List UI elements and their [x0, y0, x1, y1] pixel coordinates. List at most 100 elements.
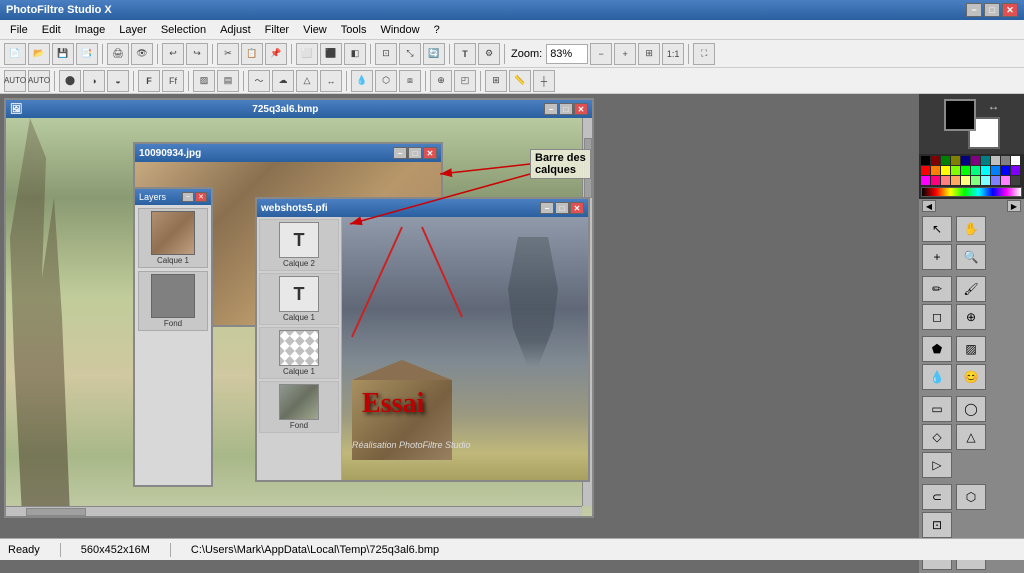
list-item[interactable]: T Calque 2 — [259, 219, 339, 271]
hardness-btn[interactable]: ◒ — [107, 70, 129, 92]
list-item[interactable]: Calque 1 — [138, 208, 208, 268]
palette-cell[interactable] — [951, 176, 960, 185]
close-button[interactable]: ✕ — [1002, 3, 1018, 17]
dropper-all-btn[interactable]: 💧 — [351, 70, 373, 92]
rect-select-tool[interactable]: ▭ — [922, 396, 952, 422]
palette-cell[interactable] — [921, 176, 930, 185]
antialias-btn[interactable]: 〜 — [248, 70, 270, 92]
zoom-out-button[interactable]: − — [590, 43, 612, 65]
ruler-btn[interactable]: 📏 — [509, 70, 531, 92]
palette-cell[interactable] — [991, 176, 1000, 185]
palette-cell[interactable] — [931, 156, 940, 165]
crop-button[interactable]: ⊡ — [375, 43, 397, 65]
save-as-button[interactable]: 📑 — [76, 43, 98, 65]
text-btn[interactable]: T — [454, 43, 476, 65]
menu-file[interactable]: File — [4, 22, 34, 38]
menu-tools[interactable]: Tools — [335, 22, 373, 38]
gradient-tool[interactable]: ▨ — [956, 336, 986, 362]
menu-window[interactable]: Window — [374, 22, 425, 38]
print-preview-button[interactable]: 👁 — [131, 43, 153, 65]
clone-tool[interactable]: ⊕ — [956, 304, 986, 330]
palette-cell[interactable] — [971, 166, 980, 175]
ls-close[interactable]: ✕ — [195, 192, 207, 202]
undo-button[interactable]: ↩ — [162, 43, 184, 65]
close-btn[interactable]: ✕ — [574, 103, 588, 115]
palette-cell[interactable] — [981, 156, 990, 165]
brush-tool[interactable]: 🖌 — [956, 276, 986, 302]
brush-size-btn[interactable]: ⬤ — [59, 70, 81, 92]
gradient-type-btn[interactable]: ▨ — [193, 70, 215, 92]
horizontal-scrollbar[interactable] — [6, 506, 582, 516]
gradient-bar[interactable] — [921, 187, 1022, 197]
palette-cell[interactable] — [921, 166, 930, 175]
grid-btn[interactable]: ⊞ — [485, 70, 507, 92]
eraser-tool[interactable]: ◻ — [922, 304, 952, 330]
menu-image[interactable]: Image — [69, 22, 112, 38]
triangle-tool[interactable]: △ — [956, 424, 986, 450]
diamond-tool[interactable]: ◇ — [922, 424, 952, 450]
face-tool[interactable]: 😊 — [956, 364, 986, 390]
jpg-close[interactable]: ✕ — [423, 147, 437, 159]
move-tool-button[interactable]: + — [922, 244, 952, 270]
palette-cell[interactable] — [1011, 156, 1020, 165]
save-button[interactable]: 💾 — [52, 43, 74, 65]
pencil-tool[interactable]: ✏ — [922, 276, 952, 302]
menu-filter[interactable]: Filter — [259, 22, 295, 38]
foreground-color-swatch[interactable] — [944, 99, 976, 131]
maximize-button[interactable]: □ — [984, 3, 1000, 17]
menu-edit[interactable]: Edit — [36, 22, 67, 38]
lasso-tool[interactable]: ⊂ — [922, 484, 952, 510]
hand-tool-button[interactable]: ✋ — [956, 216, 986, 242]
swap-colors-icon[interactable]: ↔ — [988, 99, 1000, 113]
pfi-window[interactable]: webshots5.pfi − □ ✕ T Calque 2 — [255, 197, 590, 482]
cut-button[interactable]: ✂ — [217, 43, 239, 65]
feather-btn[interactable]: ☁ — [272, 70, 294, 92]
palette-cell[interactable] — [981, 166, 990, 175]
zoom-fit-button[interactable]: ⊞ — [638, 43, 660, 65]
palette-cell[interactable] — [1001, 166, 1010, 175]
auto-btn1[interactable]: AUTO — [4, 70, 26, 92]
zoom-input[interactable] — [546, 44, 588, 64]
deselect-button[interactable]: ⬛ — [320, 43, 342, 65]
resize-button[interactable]: ⤡ — [399, 43, 421, 65]
open-button[interactable]: 📂 — [28, 43, 50, 65]
overlay-btn[interactable]: ⧈ — [399, 70, 421, 92]
pfi-maximize[interactable]: □ — [555, 202, 569, 214]
frame-tool[interactable]: ⊡ — [922, 512, 952, 538]
palette-cell[interactable] — [951, 166, 960, 175]
auto-btn2[interactable]: AUTO — [28, 70, 50, 92]
arrow-tool[interactable]: ▷ — [922, 452, 952, 478]
zoom-tool-button[interactable]: 🔍 — [956, 244, 986, 270]
h-scroll-thumb[interactable] — [26, 508, 86, 516]
zoom-in-button[interactable]: + — [614, 43, 636, 65]
fullscreen-button[interactable]: ⛶ — [693, 43, 715, 65]
layers-sidebar[interactable]: Layers − ✕ Calque 1 Fond — [133, 187, 213, 487]
palette-cell[interactable] — [961, 176, 970, 185]
palette-cell[interactable] — [961, 166, 970, 175]
palette-cell[interactable] — [931, 176, 940, 185]
palette-cell[interactable] — [991, 156, 1000, 165]
pfi-close[interactable]: ✕ — [570, 202, 584, 214]
print-button[interactable]: 🖨 — [107, 43, 129, 65]
replace-btn[interactable]: ↔ — [320, 70, 342, 92]
invert-selection-button[interactable]: ◧ — [344, 43, 366, 65]
eyedropper-tool[interactable]: 💧 — [922, 364, 952, 390]
palette-cell[interactable] — [1011, 176, 1020, 185]
menu-layer[interactable]: Layer — [113, 22, 153, 38]
palette-cell[interactable] — [971, 156, 980, 165]
redo-button[interactable]: ↪ — [186, 43, 208, 65]
pattern-btn[interactable]: ▤ — [217, 70, 239, 92]
shadow-btn[interactable]: ◰ — [454, 70, 476, 92]
minimize-button[interactable]: − — [966, 3, 982, 17]
list-item[interactable]: Fond — [259, 381, 339, 433]
palette-cell[interactable] — [951, 156, 960, 165]
jpg-minimize[interactable]: − — [393, 147, 407, 159]
palette-cell[interactable] — [981, 176, 990, 185]
font-btn[interactable]: F — [138, 70, 160, 92]
jpg-maximize[interactable]: □ — [408, 147, 422, 159]
palette-next[interactable]: ▶ — [1007, 200, 1021, 212]
guides-btn[interactable]: ┼ — [533, 70, 555, 92]
select-all-button[interactable]: ⬜ — [296, 43, 318, 65]
menu-view[interactable]: View — [297, 22, 333, 38]
blend-btn[interactable]: ⊕ — [430, 70, 452, 92]
